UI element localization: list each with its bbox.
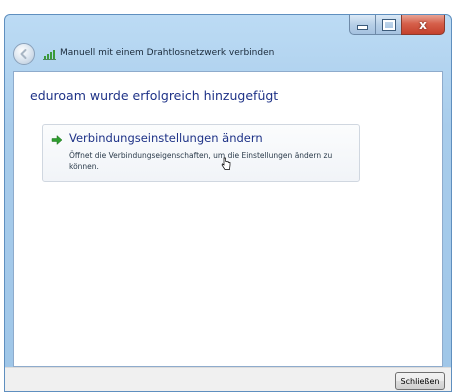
back-arrow-icon [20, 49, 27, 59]
maximize-icon [381, 18, 396, 31]
dialog-window: x Manuell mit einem Drahtlosnetzwerk ver… [4, 14, 452, 392]
command-link-title: Verbindungseinstellungen ändern [69, 131, 263, 145]
close-window-button[interactable]: x [401, 15, 445, 35]
wireless-network-icon [43, 50, 56, 60]
back-button[interactable] [13, 43, 35, 65]
caption-buttons: x [349, 15, 445, 35]
green-arrow-icon [51, 134, 63, 146]
minimize-icon [357, 25, 368, 30]
hand-cursor-icon [221, 157, 231, 170]
command-link-description: Öffnet die Verbindungseigenschaften, um … [69, 151, 333, 171]
page-heading: eduroam wurde erfolgreich hinzugefügt [30, 88, 279, 103]
minimize-button[interactable] [349, 15, 375, 35]
maximize-button[interactable] [375, 15, 401, 35]
close-icon: x [419, 17, 427, 32]
dialog-footer: Schließen [5, 367, 451, 391]
content-pane: eduroam wurde erfolgreich hinzugefügt Ve… [13, 71, 443, 367]
window-title: Manuell mit einem Drahtlosnetzwerk verbi… [60, 48, 275, 58]
close-button[interactable]: Schließen [395, 372, 445, 390]
change-connection-settings-link[interactable]: Verbindungseinstellungen ändern Öffnet d… [42, 124, 360, 182]
